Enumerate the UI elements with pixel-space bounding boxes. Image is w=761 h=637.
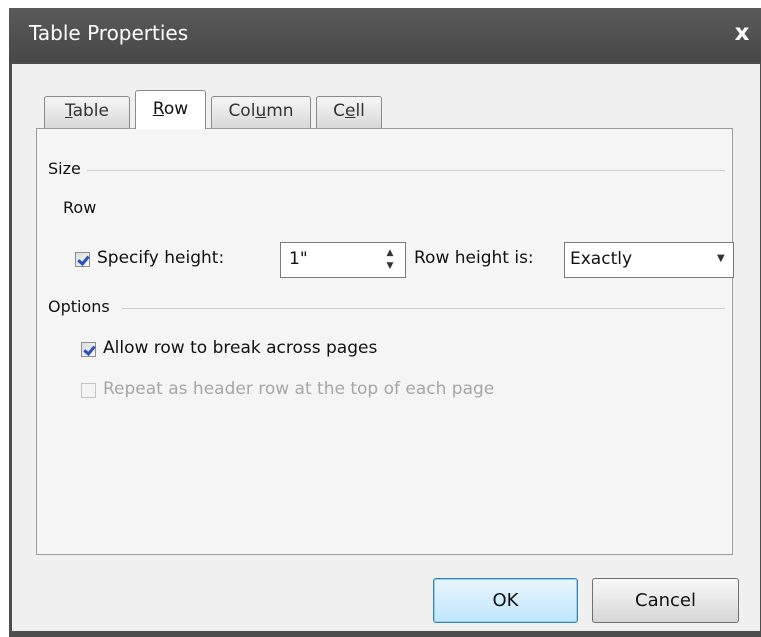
allow-break-label[interactable]: Allow row to break across pages: [103, 338, 377, 358]
tab-table-mnemonic: T: [65, 101, 73, 121]
options-section-label: Options: [48, 297, 110, 316]
tab-cell-mnemonic: e: [344, 101, 356, 121]
spin-down-icon[interactable]: ▼: [384, 261, 396, 271]
tab-row-mnemonic: R: [152, 99, 164, 119]
tab-column-label-rest: mn: [266, 101, 294, 121]
title-bar[interactable]: Table Properties x: [9, 8, 761, 62]
specify-height-label[interactable]: Specify height:: [97, 248, 224, 268]
cancel-button[interactable]: Cancel: [592, 578, 739, 623]
tab-cell-label-pre: C: [333, 101, 345, 121]
height-spin-input[interactable]: 1" ▲ ▼: [280, 242, 406, 278]
tab-column-mnemonic: u: [255, 101, 267, 121]
tab-table-label: able: [72, 101, 109, 121]
row-height-mode-select[interactable]: Exactly ▼: [564, 242, 734, 278]
row-height-mode-value: Exactly: [570, 249, 633, 269]
height-value: 1": [289, 249, 308, 269]
options-section-divider: [122, 308, 725, 309]
specify-height-checkbox[interactable]: [75, 252, 90, 267]
tab-column-label-pre: Col: [228, 101, 256, 121]
dialog-body: Table Row Column Cell Size Row Specify h…: [12, 64, 760, 631]
tab-cell-label-rest: ll: [355, 101, 365, 121]
tab-cell[interactable]: Cell: [316, 96, 382, 128]
tab-table[interactable]: Table: [44, 96, 130, 128]
dialog-title: Table Properties: [29, 21, 189, 45]
row-tab-panel: Size Row Specify height: 1" ▲ ▼ Row heig…: [36, 128, 734, 555]
row-subheading: Row: [63, 198, 97, 217]
row-height-is-label: Row height is:: [414, 248, 534, 268]
spin-up-icon[interactable]: ▲: [384, 248, 396, 258]
size-section-divider: [87, 170, 725, 171]
allow-break-checkbox[interactable]: [81, 342, 96, 357]
ok-button[interactable]: OK: [433, 578, 578, 623]
repeat-header-label: Repeat as header row at the top of each …: [103, 379, 495, 399]
repeat-header-checkbox[interactable]: [81, 383, 96, 398]
size-section-label: Size: [48, 159, 81, 178]
tab-row[interactable]: Row: [135, 90, 206, 129]
tab-column[interactable]: Column: [211, 96, 311, 128]
tab-row-label: ow: [163, 99, 189, 119]
close-icon[interactable]: x: [729, 18, 755, 48]
table-properties-dialog: Table Properties x Table Row Column Cell…: [9, 8, 761, 637]
chevron-down-icon[interactable]: ▼: [717, 253, 725, 264]
